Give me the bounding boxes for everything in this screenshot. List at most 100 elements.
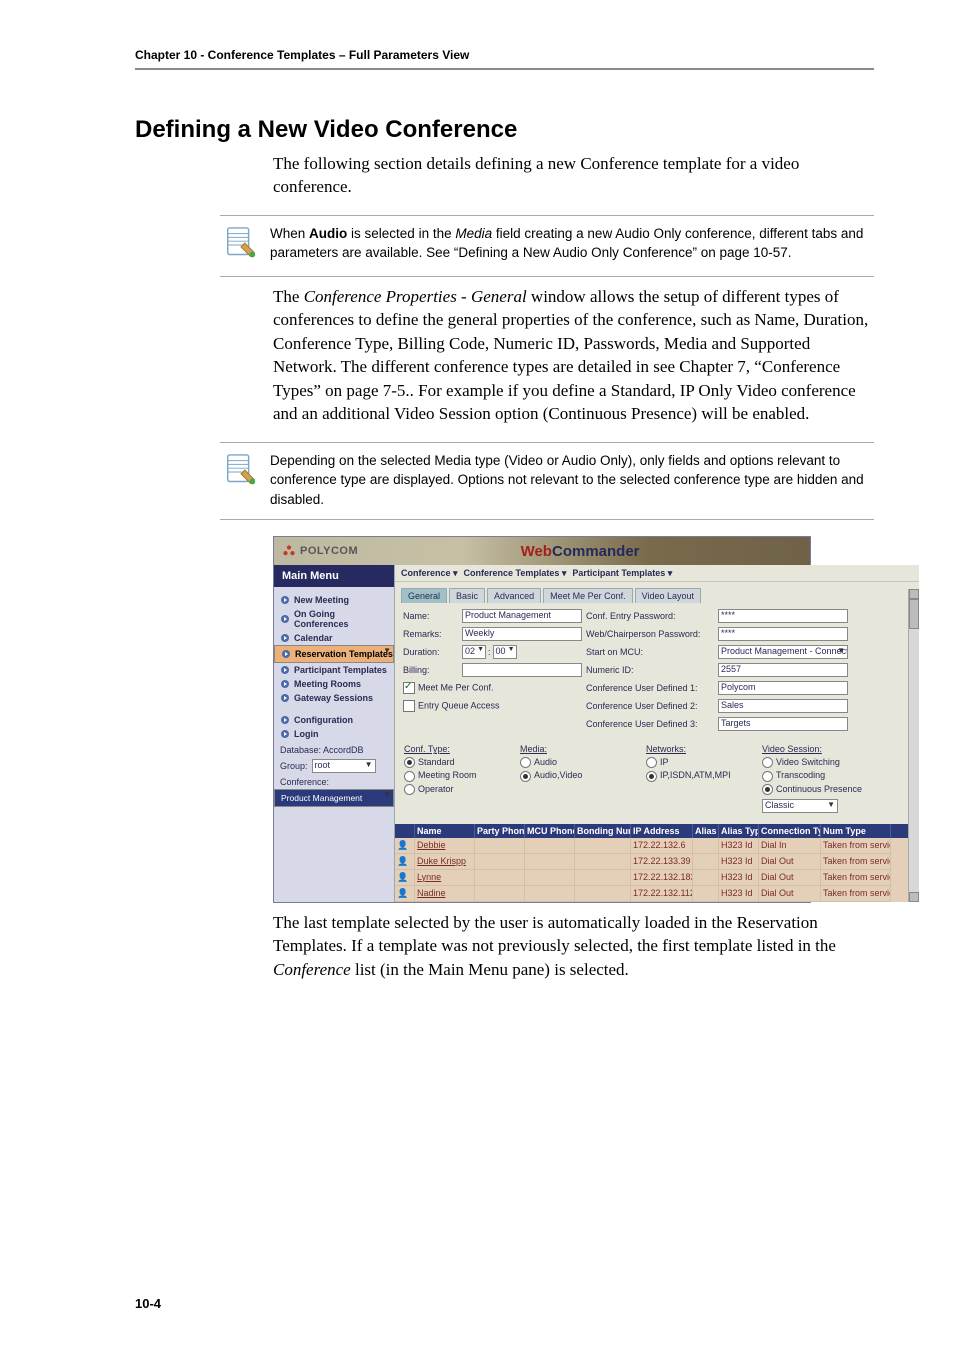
column-header[interactable]: Alias — [693, 824, 719, 838]
radio-option[interactable]: IP,ISDN,ATM,MPI — [646, 770, 754, 781]
nav-primary: New MeetingOn Going ConferencesCalendarR… — [274, 587, 394, 707]
column-header[interactable]: MCU Phones — [525, 824, 575, 838]
billing-input[interactable] — [462, 663, 582, 677]
arrow-icon — [280, 679, 290, 689]
main-menu-header: Main Menu — [274, 565, 394, 587]
table-row[interactable]: 👤Lynne172.22.132.183H323 IdDial OutTaken… — [395, 870, 919, 886]
scroll-up-arrow[interactable] — [909, 589, 919, 599]
sidebar-item[interactable]: New Meeting — [274, 593, 394, 607]
radio-option[interactable]: Meeting Room — [404, 770, 512, 781]
cell — [475, 838, 525, 854]
menu-item[interactable]: Participant Templates ▾ — [572, 568, 672, 579]
content-pane: Conference ▾ Conference Templates ▾ Partic… — [395, 565, 919, 901]
column-header[interactable]: Bonding Number — [575, 824, 631, 838]
cell — [525, 870, 575, 886]
column-header[interactable]: Party Phones — [475, 824, 525, 838]
sidebar-item[interactable]: Meeting Rooms — [274, 677, 394, 691]
entry-pw-input[interactable]: **** — [718, 609, 848, 623]
cell-numtype: Taken from service — [821, 870, 891, 886]
networks-group: Networks:IPIP,ISDN,ATM,MPI — [645, 743, 755, 815]
meet-me-checkbox[interactable]: Meet Me Per Conf. — [403, 682, 582, 694]
note-icon — [222, 224, 260, 266]
cell-aliastype: H323 Id — [719, 870, 759, 886]
duration-input[interactable]: 02: 00 — [462, 645, 582, 659]
group-select[interactable]: root — [312, 759, 376, 773]
cell-conn: Dial In — [759, 838, 821, 854]
sidebar-item[interactable]: Participant Templates — [274, 663, 394, 677]
cell-aliastype: H323 Id — [719, 886, 759, 902]
ud2-label: Conference User Defined 2: — [586, 701, 714, 711]
column-header[interactable]: Num Type — [821, 824, 891, 838]
table-row[interactable]: 👤Nadine172.22.132.112H323 IdDial OutTake… — [395, 886, 919, 902]
tab[interactable]: General — [401, 588, 447, 603]
ud2-input[interactable]: Sales — [718, 699, 848, 713]
table-header: NameParty PhonesMCU PhonesBonding Number… — [395, 824, 919, 838]
conf-type-group: Conf. Type: Standard Meeting Room Operator — [403, 743, 513, 815]
ud1-input[interactable]: Polycom — [718, 681, 848, 695]
conference-selected[interactable]: Product Management — [274, 789, 394, 807]
radio-icon — [762, 771, 773, 782]
radio-option[interactable]: Video Switching — [762, 757, 910, 768]
ud3-input[interactable]: Targets — [718, 717, 848, 731]
column-header[interactable]: Name — [415, 824, 475, 838]
sidebar-item[interactable]: Gateway Sessions — [274, 691, 394, 705]
app-screenshot: POLYCOM WebCommander Main Menu New Meeti… — [273, 536, 811, 902]
radio-option[interactable]: Standard — [404, 757, 512, 768]
cell-conn: Dial Out — [759, 870, 821, 886]
column-header[interactable]: IP Address — [631, 824, 693, 838]
cell — [475, 886, 525, 902]
cell-name: Lynne — [415, 870, 475, 886]
tab[interactable]: Advanced — [487, 588, 541, 603]
numeric-id-input[interactable]: 2557 — [718, 663, 848, 677]
remarks-input[interactable]: Weekly — [462, 627, 582, 641]
table-row[interactable]: 👤Duke Krispp172.22.133.39H323 IdDial Out… — [395, 854, 919, 870]
tab[interactable]: Basic — [449, 588, 485, 603]
radio-option[interactable]: IP — [646, 757, 754, 768]
chair-pw-input[interactable]: **** — [718, 627, 848, 641]
scroll-thumb[interactable] — [909, 599, 919, 629]
video-preset-select[interactable]: Classic — [762, 799, 838, 813]
scrollbar-vertical[interactable] — [908, 589, 919, 901]
cell-name: Debbie — [415, 838, 475, 854]
app-title: WebCommander — [521, 543, 640, 560]
sidebar-item[interactable]: On Going Conferences — [274, 607, 394, 631]
scroll-down-arrow[interactable] — [909, 892, 919, 902]
column-header[interactable]: Connection Type — [759, 824, 821, 838]
duration-minutes[interactable]: 00 — [493, 645, 517, 659]
sidebar-item[interactable]: Configuration — [274, 713, 394, 727]
name-label: Name: — [403, 611, 458, 621]
cell — [575, 870, 631, 886]
radio-option[interactable]: Transcoding — [762, 770, 910, 781]
table-row[interactable]: 👤Debbie172.22.132.6H323 IdDial InTaken f… — [395, 838, 919, 854]
tab-strip: GeneralBasicAdvancedMeet Me Per Conf.Vid… — [395, 582, 919, 603]
tab[interactable]: Video Layout — [635, 588, 701, 603]
column-header[interactable] — [395, 824, 415, 838]
row-icon: 👤 — [395, 870, 415, 886]
duration-hours[interactable]: 02 — [462, 645, 486, 659]
ud1-label: Conference User Defined 1: — [586, 683, 714, 693]
arrow-icon — [280, 729, 290, 739]
menu-item[interactable]: Conference ▾ — [401, 568, 458, 579]
radio-option[interactable]: Operator — [404, 784, 512, 795]
cell-ip: 172.22.132.6 — [631, 838, 693, 854]
entry-queue-checkbox[interactable]: Entry Queue Access — [403, 700, 582, 712]
group-title: Conf. Type: — [404, 744, 512, 754]
arrow-icon — [280, 595, 290, 605]
row-icon: 👤 — [395, 838, 415, 854]
column-header[interactable]: Alias Type — [719, 824, 759, 838]
radio-option[interactable]: Audio — [520, 757, 638, 768]
tab[interactable]: Meet Me Per Conf. — [543, 588, 633, 603]
name-input[interactable]: Product Management — [462, 609, 582, 623]
sidebar-item[interactable]: Calendar — [274, 631, 394, 645]
sidebar-item[interactable]: Login — [274, 727, 394, 741]
sidebar-item[interactable]: Reservation Templates — [274, 645, 394, 663]
group-row[interactable]: Group: root — [274, 757, 394, 775]
menu-strip[interactable]: Conference ▾ Conference Templates ▾ Partic… — [395, 565, 919, 582]
numeric-id-label: Numeric ID: — [586, 665, 714, 675]
radio-option[interactable]: Continuous Presence — [762, 784, 910, 795]
start-mcu-select[interactable]: Product Management - Connected — [718, 645, 848, 659]
radio-option[interactable]: Audio,Video — [520, 770, 638, 781]
duration-label: Duration: — [403, 647, 458, 657]
cell-conn: Dial Out — [759, 854, 821, 870]
menu-item[interactable]: Conference Templates ▾ — [464, 568, 567, 579]
